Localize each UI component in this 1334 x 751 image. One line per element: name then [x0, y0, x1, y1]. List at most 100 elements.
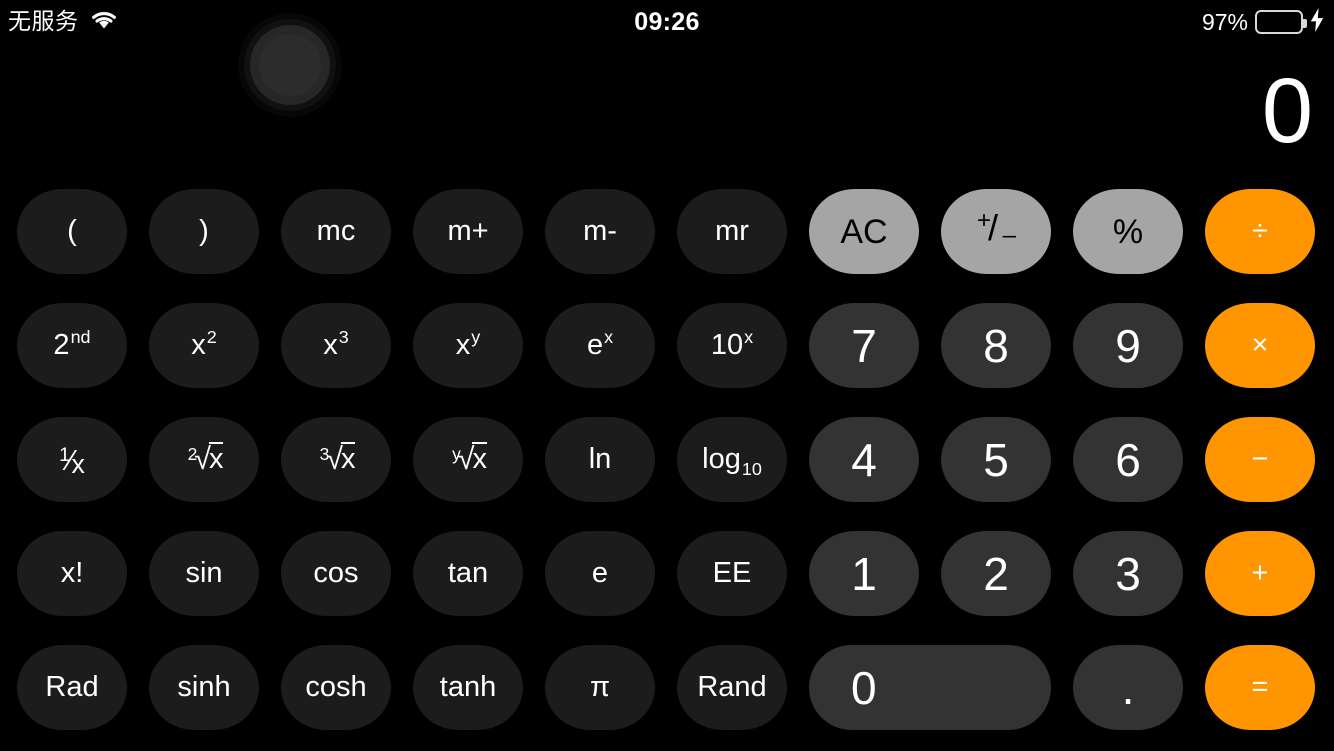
key-rand[interactable]: Rand [677, 645, 787, 730]
key-log10[interactable]: log10 [677, 417, 787, 502]
key-x-squared[interactable]: x2 [149, 303, 259, 388]
key-x-cubed-label: x3 [323, 327, 349, 361]
status-bar-center: 09:26 [0, 0, 1334, 44]
key-sin-label: sin [185, 557, 223, 589]
key-divide-label: ÷ [1252, 215, 1268, 247]
key-cube-root[interactable]: 3 √ x [281, 417, 391, 502]
key-log10-label: log10 [702, 443, 762, 479]
key-euler-e-label: e [591, 557, 609, 589]
key-ln[interactable]: ln [545, 417, 655, 502]
key-percent-label: % [1112, 212, 1144, 251]
key-y-root-x[interactable]: y √ x [413, 417, 523, 502]
key-6[interactable]: 6 [1073, 417, 1183, 502]
key-cosh-label: cosh [305, 671, 367, 703]
key-2[interactable]: 2 [941, 531, 1051, 616]
key-ln-label: ln [588, 443, 612, 475]
key-open-paren-label: ( [67, 215, 77, 247]
key-0-label: 0 [851, 661, 877, 714]
key-6-label: 6 [1115, 433, 1141, 486]
key-5-label: 5 [983, 433, 1009, 486]
key-pi[interactable]: π [545, 645, 655, 730]
key-x-squared-label: x2 [191, 327, 217, 361]
key-sinh[interactable]: sinh [149, 645, 259, 730]
key-plus-minus-label: + / – [977, 206, 1016, 249]
key-ee-label: EE [712, 557, 752, 589]
key-e-power-x[interactable]: ex [545, 303, 655, 388]
key-decimal[interactable]: . [1073, 645, 1183, 730]
key-rand-label: Rand [697, 671, 767, 703]
display-value: 0 [1261, 60, 1313, 162]
key-add[interactable]: + [1205, 531, 1315, 616]
key-m-minus-label: m- [583, 215, 617, 247]
battery-percent-label: 97% [1201, 8, 1248, 35]
key-euler-e[interactable]: e [545, 531, 655, 616]
key-8[interactable]: 8 [941, 303, 1051, 388]
calculator-display: 0 [0, 46, 1334, 176]
status-bar-right: 97% [1202, 0, 1324, 44]
key-3[interactable]: 3 [1073, 531, 1183, 616]
key-mc-label: mc [316, 215, 356, 247]
key-7-label: 7 [851, 319, 877, 372]
key-open-paren[interactable]: ( [17, 189, 127, 274]
carrier-label: 无服务 [8, 8, 79, 35]
lightning-bolt-icon [1310, 7, 1324, 37]
key-tan[interactable]: tan [413, 531, 523, 616]
key-9-label: 9 [1115, 319, 1141, 372]
key-x-cubed[interactable]: x3 [281, 303, 391, 388]
wifi-icon [89, 9, 119, 36]
key-tanh-label: tanh [439, 671, 497, 703]
key-rad-label: Rad [45, 671, 99, 703]
key-x-power-y[interactable]: xy [413, 303, 523, 388]
key-ee[interactable]: EE [677, 531, 787, 616]
key-mr-label: mr [715, 215, 749, 247]
key-all-clear[interactable]: AC [809, 189, 919, 274]
key-reciprocal-label: 1 ⁄ x [59, 443, 85, 480]
key-mr[interactable]: mr [677, 189, 787, 274]
key-subtract[interactable]: − [1205, 417, 1315, 502]
key-m-minus[interactable]: m- [545, 189, 655, 274]
key-reciprocal[interactable]: 1 ⁄ x [17, 417, 127, 502]
key-sinh-label: sinh [177, 671, 231, 703]
key-tanh[interactable]: tanh [413, 645, 523, 730]
key-close-paren[interactable]: ) [149, 189, 259, 274]
key-ten-power-x-label: 10x [710, 327, 754, 361]
key-equals[interactable]: = [1205, 645, 1315, 730]
key-sqrt[interactable]: 2 √ x [149, 417, 259, 502]
key-close-paren-label: ) [199, 215, 209, 247]
key-5[interactable]: 5 [941, 417, 1051, 502]
key-subtract-label: − [1251, 443, 1269, 475]
key-tan-label: tan [447, 557, 489, 589]
key-add-label: + [1251, 557, 1269, 589]
key-plus-minus[interactable]: + / – [941, 189, 1051, 274]
key-4[interactable]: 4 [809, 417, 919, 502]
clock-label: 09:26 [634, 7, 700, 36]
key-0[interactable]: 0 [809, 645, 1051, 730]
key-2-label: 2 [983, 547, 1009, 600]
key-mc[interactable]: mc [281, 189, 391, 274]
key-8-label: 8 [983, 319, 1009, 372]
key-m-plus[interactable]: m+ [413, 189, 523, 274]
key-cosh[interactable]: cosh [281, 645, 391, 730]
key-factorial[interactable]: x! [17, 531, 127, 616]
key-sqrt-label: 2 √ x [187, 441, 224, 476]
calculator-keypad: () mc m+ m-mr AC + / –% ÷ 2nd x2 x3 xy ex 10x 7 8 9 × 1 ⁄ x 2 √… [17, 189, 1317, 731]
key-1[interactable]: 1 [809, 531, 919, 616]
key-all-clear-label: AC [840, 212, 888, 251]
key-percent[interactable]: % [1073, 189, 1183, 274]
battery-icon [1255, 10, 1307, 34]
key-rad[interactable]: Rad [17, 645, 127, 730]
key-equals-label: = [1251, 671, 1269, 703]
key-3-label: 3 [1115, 547, 1141, 600]
key-9[interactable]: 9 [1073, 303, 1183, 388]
key-cube-root-label: 3 √ x [319, 441, 356, 476]
key-7[interactable]: 7 [809, 303, 919, 388]
key-divide[interactable]: ÷ [1205, 189, 1315, 274]
key-x-power-y-label: xy [455, 327, 481, 361]
key-cos[interactable]: cos [281, 531, 391, 616]
key-4-label: 4 [851, 433, 877, 486]
key-ten-power-x[interactable]: 10x [677, 303, 787, 388]
key-decimal-label: . [1121, 661, 1135, 714]
key-multiply[interactable]: × [1205, 303, 1315, 388]
key-second[interactable]: 2nd [17, 303, 127, 388]
key-sin[interactable]: sin [149, 531, 259, 616]
